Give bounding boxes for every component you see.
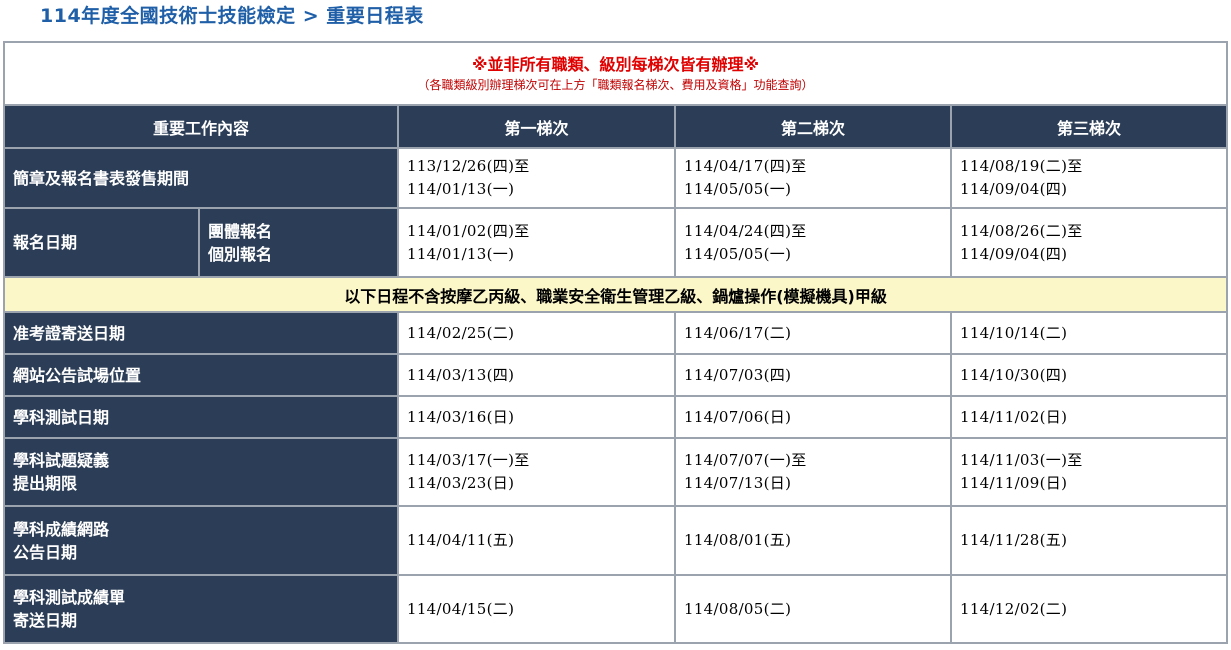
label-line: 學科成績網路 — [13, 519, 110, 539]
row-label-venue: 網站公告試場位置 — [3, 353, 399, 397]
date-text: 114/07/07(一)至 — [684, 451, 807, 469]
row-label-registration: 報名日期 — [3, 207, 200, 278]
cell-venue-round-3: 114/10/30(四) — [949, 353, 1229, 397]
header-row: 重要工作內容 第一梯次 第二梯次 第三梯次 — [3, 104, 1229, 149]
individual-registration-label: 個別報名 — [208, 244, 273, 264]
header-round-2: 第二梯次 — [674, 104, 952, 149]
date-text: 114/11/03(一)至 — [960, 451, 1083, 469]
label-line: 寄送日期 — [13, 611, 78, 630]
row-score-mail: 學科測試成績單 寄送日期 114/04/15(二) 114/08/05(二) 1… — [3, 574, 1229, 644]
band-row: 以下日程不含按摩乙丙級、職業安全衛生管理乙級、鍋爐操作(模擬機具)甲級 — [2, 276, 1229, 313]
date-text: 114/01/13(一) — [407, 244, 515, 263]
header-item: 重要工作內容 — [3, 104, 399, 149]
date-text: 114/11/09(日) — [960, 474, 1068, 492]
row-registration: 報名日期 團體報名 個別報名 114/01/02(四)至 114/01/13(一… — [3, 207, 1229, 278]
row-question-doubt: 學科試題疑義 提出期限 114/03/17(一)至 114/03/23(日) 1… — [3, 437, 1229, 507]
row-score-online: 學科成績網路 公告日期 114/04/11(五) 114/08/01(五) 11… — [3, 505, 1229, 576]
exclusion-note: 以下日程不含按摩乙丙級、職業安全衛生管理乙級、鍋爐操作(模擬機具)甲級 — [2, 276, 1229, 313]
date-text: 114/04/24(四)至 — [684, 221, 807, 240]
cell-score-mail-round-2: 114/08/05(二) — [674, 574, 952, 644]
notice-main-text: ※並非所有職類、級別每梯次皆有辦理※ — [471, 54, 760, 74]
date-text: 114/03/17(一)至 — [407, 451, 530, 469]
page-title: 114年度全國技術士技能檢定 > 重要日程表 — [40, 5, 424, 27]
cell-written-test-round-2: 114/07/06(日) — [674, 395, 952, 439]
row-label-written-test: 學科測試日期 — [3, 395, 399, 439]
cell-score-online-round-2: 114/08/01(五) — [674, 505, 952, 576]
date-text: 114/08/26(二)至 — [960, 221, 1083, 240]
cell-admission-round-2: 114/06/17(二) — [674, 311, 952, 355]
cell-registration-round-2: 114/04/24(四)至 114/05/05(一) — [674, 207, 952, 278]
cell-question-doubt-round-1: 114/03/17(一)至 114/03/23(日) — [397, 437, 676, 507]
row-label-admission: 准考證寄送日期 — [3, 311, 399, 355]
row-label-score-online: 學科成績網路 公告日期 — [3, 505, 399, 576]
cell-written-test-round-3: 114/11/02(日) — [949, 395, 1229, 439]
header-round-1: 第一梯次 — [397, 104, 676, 149]
cell-score-mail-round-1: 114/04/15(二) — [397, 574, 676, 644]
cell-registration-round-3: 114/08/26(二)至 114/09/04(四) — [949, 207, 1229, 278]
row-admission: 准考證寄送日期 114/02/25(二) 114/06/17(二) 114/10… — [3, 311, 1229, 355]
schedule-table: ※並非所有職類、級別每梯次皆有辦理※ （各職類級別辦理梯次可在上方「職類報名梯次… — [2, 41, 1229, 644]
row-label-brochure: 簡章及報名書表發售期間 — [3, 147, 399, 209]
label-line: 學科測試成績單 — [13, 588, 126, 607]
notice-sub-text: （各職類級別辦理梯次可在上方「職類報名梯次、費用及資格」功能查詢） — [417, 77, 814, 92]
label-line: 公告日期 — [13, 542, 78, 562]
date-text: 114/05/05(一) — [684, 244, 792, 263]
date-text: 113/12/26(四)至 — [407, 157, 530, 175]
cell-brochure-round-2: 114/04/17(四)至 114/05/05(一) — [674, 147, 952, 209]
cell-admission-round-3: 114/10/14(二) — [949, 311, 1229, 355]
cell-admission-round-1: 114/02/25(二) — [397, 311, 676, 355]
header-round-3: 第三梯次 — [949, 104, 1229, 149]
date-text: 114/01/13(一) — [407, 180, 515, 198]
date-text: 114/05/05(一) — [684, 180, 792, 198]
row-written-test: 學科測試日期 114/03/16(日) 114/07/06(日) 114/11/… — [3, 395, 1229, 439]
label-line: 學科試題疑義 — [13, 451, 110, 470]
date-text: 114/09/04(四) — [960, 180, 1068, 198]
cell-score-online-round-3: 114/11/28(五) — [949, 505, 1229, 576]
cell-registration-round-1: 114/01/02(四)至 114/01/13(一) — [397, 207, 676, 278]
cell-venue-round-2: 114/07/03(四) — [674, 353, 952, 397]
cell-question-doubt-round-2: 114/07/07(一)至 114/07/13(日) — [674, 437, 952, 507]
date-text: 114/03/23(日) — [407, 474, 515, 492]
cell-brochure-round-3: 114/08/19(二)至 114/09/04(四) — [949, 147, 1229, 209]
cell-venue-round-1: 114/03/13(四) — [397, 353, 676, 397]
cell-brochure-round-1: 113/12/26(四)至 114/01/13(一) — [397, 147, 676, 209]
row-sublabel-registration: 團體報名 個別報名 — [198, 207, 399, 278]
date-text: 114/01/02(四)至 — [407, 221, 530, 240]
date-text: 114/08/19(二)至 — [960, 157, 1083, 175]
notice-row: ※並非所有職類、級別每梯次皆有辦理※ （各職類級別辦理梯次可在上方「職類報名梯次… — [2, 41, 1229, 106]
cell-score-mail-round-3: 114/12/02(二) — [949, 574, 1229, 644]
date-text: 114/07/13(日) — [684, 474, 792, 492]
row-venue: 網站公告試場位置 114/03/13(四) 114/07/03(四) 114/1… — [3, 353, 1229, 397]
label-line: 提出期限 — [13, 474, 78, 493]
cell-question-doubt-round-3: 114/11/03(一)至 114/11/09(日) — [949, 437, 1229, 507]
cell-written-test-round-1: 114/03/16(日) — [397, 395, 676, 439]
row-brochure: 簡章及報名書表發售期間 113/12/26(四)至 114/01/13(一) 1… — [3, 147, 1229, 209]
row-label-question-doubt: 學科試題疑義 提出期限 — [3, 437, 399, 507]
date-text: 114/09/04(四) — [960, 244, 1068, 263]
date-text: 114/04/17(四)至 — [684, 157, 807, 175]
notice-cell: ※並非所有職類、級別每梯次皆有辦理※ （各職類級別辦理梯次可在上方「職類報名梯次… — [2, 41, 1229, 106]
group-registration-label: 團體報名 — [208, 221, 273, 241]
row-label-score-mail: 學科測試成績單 寄送日期 — [3, 574, 399, 644]
cell-score-online-round-1: 114/04/11(五) — [397, 505, 676, 576]
